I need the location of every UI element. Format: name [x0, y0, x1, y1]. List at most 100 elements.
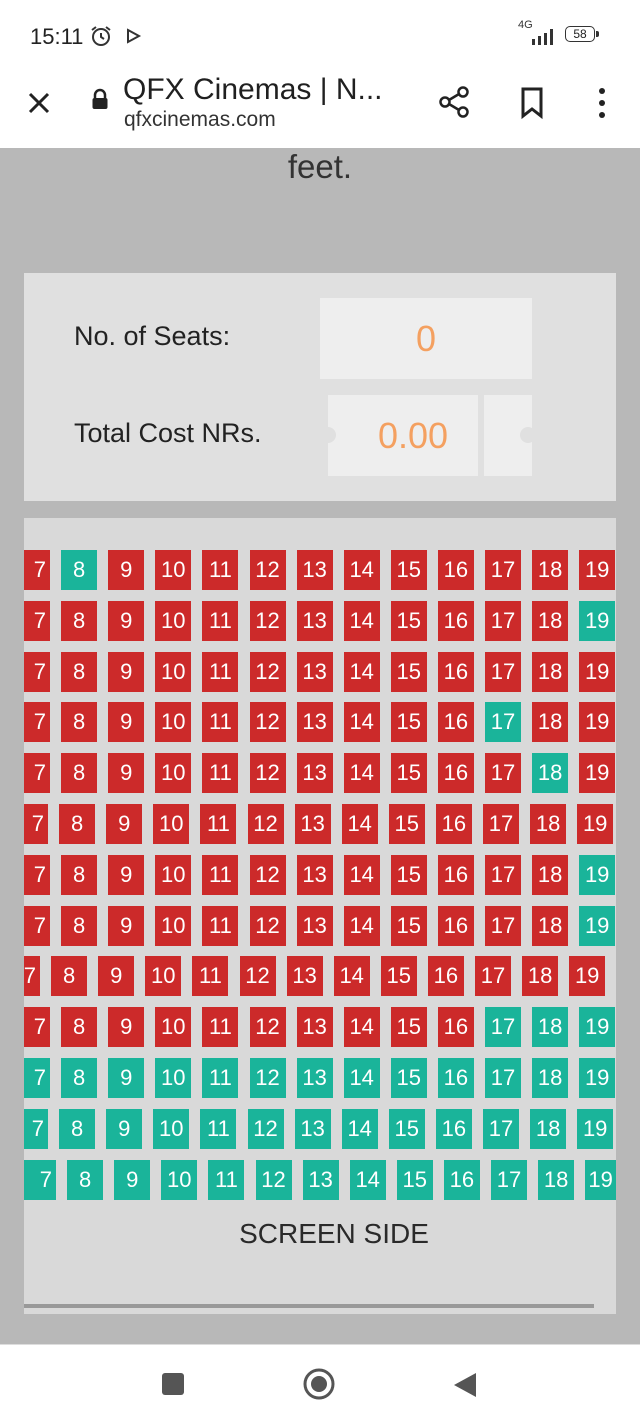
seat-7-available[interactable]: 7 — [24, 1159, 56, 1200]
seat-18-available[interactable]: 18 — [532, 1058, 569, 1098]
seat-9-booked: 9 — [108, 905, 145, 946]
seat-16-available[interactable]: 16 — [435, 1108, 472, 1149]
seat-11-booked: 11 — [202, 600, 239, 641]
seat-15-booked: 15 — [390, 905, 427, 946]
seat-17-booked: 17 — [485, 905, 521, 946]
seat-8-available[interactable]: 8 — [61, 550, 98, 590]
seat-8-available[interactable]: 8 — [61, 1058, 98, 1098]
seat-18-available[interactable]: 18 — [530, 1108, 567, 1149]
seat-11-available[interactable]: 11 — [208, 1159, 245, 1200]
seat-7-available[interactable]: 7 — [24, 1108, 48, 1149]
seat-19-available[interactable]: 19 — [579, 1007, 616, 1048]
seat-18-available[interactable]: 18 — [538, 1159, 575, 1200]
seat-7-booked: 7 — [24, 905, 50, 946]
seat-15-available[interactable]: 15 — [396, 1159, 433, 1200]
cost-value: 0.00 — [377, 415, 449, 456]
seat-13-booked: 13 — [296, 854, 333, 895]
signal-icon — [532, 29, 553, 45]
seat-row: 7 8 9 10 11 12 13 14 15 16 17 18 19 — [24, 1108, 616, 1149]
seat-15-booked: 15 — [390, 651, 427, 692]
seat-11-booked: 11 — [192, 956, 229, 997]
seat-12-available[interactable]: 12 — [247, 1108, 284, 1149]
seat-13-booked: 13 — [296, 702, 333, 743]
seat-17-available[interactable]: 17 — [483, 1108, 519, 1149]
seat-19-booked: 19 — [579, 651, 616, 692]
seat-19-available[interactable]: 19 — [579, 905, 616, 946]
seat-15-booked: 15 — [390, 702, 427, 743]
seat-12-available[interactable]: 12 — [255, 1159, 292, 1200]
seat-9-booked: 9 — [106, 804, 143, 844]
seats-label: No. of Seats: — [74, 321, 231, 351]
seat-9-booked: 9 — [108, 651, 145, 692]
seat-10-available[interactable]: 10 — [161, 1159, 198, 1200]
bookmark-icon[interactable] — [518, 86, 546, 120]
back-icon[interactable] — [452, 1371, 478, 1399]
seat-17-available[interactable]: 17 — [485, 1058, 521, 1098]
seat-11-booked: 11 — [202, 651, 239, 692]
seat-11-booked: 11 — [202, 753, 239, 794]
seat-8-available[interactable]: 8 — [67, 1159, 104, 1200]
seat-12-available[interactable]: 12 — [249, 1058, 286, 1098]
seat-19-booked: 19 — [579, 702, 616, 743]
seat-9-available[interactable]: 9 — [108, 1058, 145, 1098]
seat-8-available[interactable]: 8 — [59, 1108, 96, 1149]
seat-12-booked: 12 — [249, 600, 286, 641]
seat-7-booked: 7 — [24, 550, 50, 590]
seat-18-booked: 18 — [532, 905, 569, 946]
seat-13-available[interactable]: 13 — [296, 1058, 333, 1098]
seat-row: 7 8 9 10 11 12 13 14 15 16 17 18 19 — [24, 1007, 616, 1048]
seat-15-available[interactable]: 15 — [390, 1058, 427, 1098]
seat-15-available[interactable]: 15 — [388, 1108, 425, 1149]
more-menu-icon[interactable] — [590, 84, 614, 122]
seat-14-available[interactable]: 14 — [349, 1159, 386, 1200]
seat-9-available[interactable]: 9 — [114, 1159, 151, 1200]
seat-13-available[interactable]: 13 — [302, 1159, 339, 1200]
seat-14-booked: 14 — [343, 854, 380, 895]
seat-11-booked: 11 — [202, 1007, 239, 1048]
seat-14-booked: 14 — [341, 804, 378, 844]
seat-18-available[interactable]: 18 — [532, 753, 569, 794]
seat-19-available[interactable]: 19 — [579, 600, 616, 641]
seat-18-available[interactable]: 18 — [532, 1007, 569, 1048]
seat-7-booked: 7 — [24, 956, 40, 997]
seat-7-available[interactable]: 7 — [24, 1058, 50, 1098]
seat-11-available[interactable]: 11 — [202, 1058, 239, 1098]
page-url[interactable]: qfxcinemas.com — [124, 108, 276, 132]
seat-8-booked: 8 — [61, 651, 98, 692]
seat-16-available[interactable]: 16 — [437, 1058, 474, 1098]
share-icon[interactable] — [436, 84, 472, 120]
seat-17-available[interactable]: 17 — [485, 1007, 521, 1048]
seat-10-available[interactable]: 10 — [153, 1108, 190, 1149]
seat-12-booked: 12 — [239, 956, 276, 997]
seat-9-available[interactable]: 9 — [106, 1108, 143, 1149]
seat-12-booked: 12 — [249, 550, 286, 590]
seat-19-available[interactable]: 19 — [577, 1108, 614, 1149]
seat-14-available[interactable]: 14 — [341, 1108, 378, 1149]
seat-10-booked: 10 — [155, 854, 192, 895]
seat-16-available[interactable]: 16 — [443, 1159, 480, 1200]
seats-value-box: 0 — [320, 298, 532, 379]
seat-10-booked: 10 — [155, 702, 192, 743]
seat-9-booked: 9 — [108, 753, 145, 794]
seat-14-available[interactable]: 14 — [343, 1058, 380, 1098]
cost-ticket: 0.00 — [320, 395, 478, 476]
recent-apps-icon[interactable] — [162, 1373, 184, 1395]
seat-10-available[interactable]: 10 — [155, 1058, 192, 1098]
page-title[interactable]: QFX Cinemas | N... — [123, 73, 383, 107]
seat-7-booked: 7 — [24, 651, 50, 692]
seat-10-booked: 10 — [155, 600, 192, 641]
seat-13-available[interactable]: 13 — [294, 1108, 331, 1149]
home-icon[interactable] — [302, 1367, 336, 1401]
seat-19-booked: 19 — [577, 804, 614, 844]
seat-19-available[interactable]: 19 — [579, 854, 616, 895]
seat-14-booked: 14 — [343, 1007, 380, 1048]
seat-15-booked: 15 — [390, 854, 427, 895]
seat-11-available[interactable]: 11 — [200, 1108, 237, 1149]
seat-17-available[interactable]: 17 — [485, 702, 521, 743]
close-icon[interactable] — [24, 88, 54, 118]
seat-19-available[interactable]: 19 — [579, 1058, 616, 1098]
seat-17-available[interactable]: 17 — [491, 1159, 527, 1200]
lock-icon — [92, 88, 108, 109]
seat-19-available[interactable]: 19 — [585, 1159, 616, 1200]
seat-17-booked: 17 — [475, 956, 511, 997]
